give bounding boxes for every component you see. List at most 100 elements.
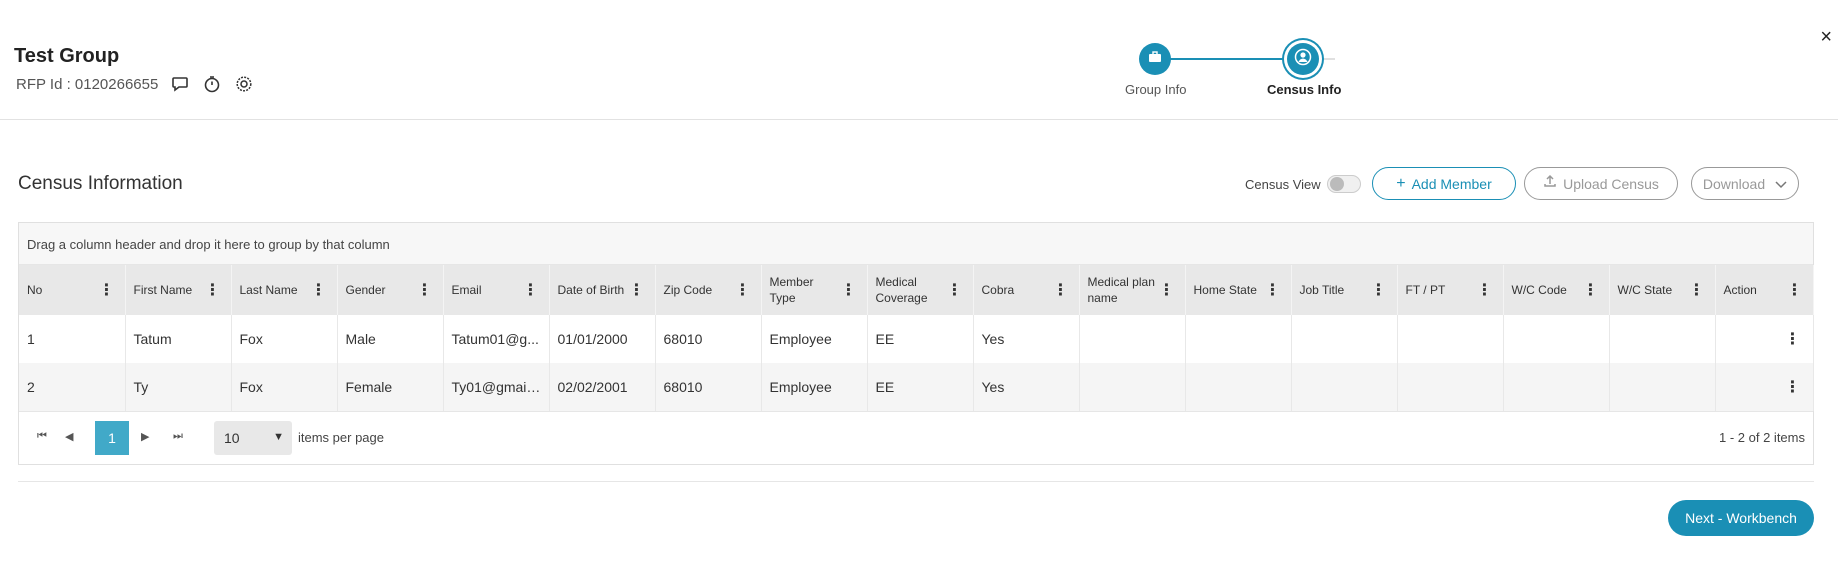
timer-icon[interactable] xyxy=(202,74,222,94)
pager-summary: 1 - 2 of 2 items xyxy=(1719,430,1805,445)
column-header[interactable]: Email ⋮ xyxy=(443,265,550,315)
footer-divider xyxy=(18,481,1814,482)
column-header-label: W/C State xyxy=(1617,283,1673,297)
column-header[interactable]: Date of Birth ⋮ xyxy=(549,265,656,315)
table-cell: Male xyxy=(337,315,444,363)
column-menu-icon[interactable]: ⋮ xyxy=(841,280,857,300)
column-menu-icon[interactable]: ⋮ xyxy=(1053,280,1069,300)
column-header[interactable]: Medical plan name ⋮ xyxy=(1079,265,1186,315)
column-menu-icon[interactable]: ⋮ xyxy=(205,280,221,300)
table-cell: Yes xyxy=(973,363,1080,411)
table-cell xyxy=(1291,363,1398,411)
table-row[interactable]: 2 Ty Fox Female Ty01@gmail.... 02/02/2001 6801… xyxy=(19,363,1814,411)
column-header[interactable]: Member Type ⋮ xyxy=(761,265,868,315)
settings-icon[interactable] xyxy=(234,74,254,94)
column-header[interactable]: Medical Coverage ⋮ xyxy=(867,265,974,315)
column-menu-icon[interactable]: ⋮ xyxy=(1159,280,1175,300)
column-menu-icon[interactable]: ⋮ xyxy=(417,280,433,300)
census-view-toggle[interactable] xyxy=(1326,175,1361,193)
page-size-select[interactable]: 10 ▼ xyxy=(214,421,292,455)
table-cell: Tatum01@g... xyxy=(443,315,550,363)
table-cell: EE xyxy=(867,315,974,363)
table-cell xyxy=(1397,315,1504,363)
add-member-label: Add Member xyxy=(1411,175,1492,192)
group-drop-panel[interactable]: Drag a column header and drop it here to… xyxy=(19,223,1813,265)
column-menu-icon[interactable]: ⋮ xyxy=(1787,280,1803,300)
column-menu-icon[interactable]: ⋮ xyxy=(523,280,539,300)
column-header-label: Email xyxy=(451,283,482,297)
column-header-label: Job Title xyxy=(1299,283,1345,297)
column-menu-icon[interactable]: ⋮ xyxy=(1477,280,1493,300)
toggle-knob xyxy=(1329,177,1344,191)
column-header[interactable]: Job Title ⋮ xyxy=(1291,265,1398,315)
column-header[interactable]: FT / PT ⋮ xyxy=(1397,265,1504,315)
table-cell: Ty xyxy=(125,363,232,411)
column-header[interactable]: Home State ⋮ xyxy=(1185,265,1292,315)
table-body: 1 Tatum Fox Male Tatum01@g... 01/01/2000 68010… xyxy=(19,315,1814,411)
table-cell: Yes xyxy=(973,315,1080,363)
column-header[interactable]: Gender ⋮ xyxy=(337,265,444,315)
add-member-button[interactable]: + Add Member xyxy=(1372,167,1516,200)
current-page-button[interactable]: 1 xyxy=(95,421,129,455)
column-menu-icon[interactable]: ⋮ xyxy=(629,280,645,300)
column-header[interactable]: W/C State ⋮ xyxy=(1609,265,1716,315)
column-header-label: Date of Birth xyxy=(557,283,625,297)
upload-census-button[interactable]: Upload Census xyxy=(1524,167,1678,200)
table-cell xyxy=(1503,363,1610,411)
column-menu-icon[interactable]: ⋮ xyxy=(99,280,115,300)
column-menu-icon[interactable]: ⋮ xyxy=(1371,280,1387,300)
next-workbench-button[interactable]: Next - Workbench xyxy=(1668,500,1814,536)
table-cell: Fox xyxy=(231,315,338,363)
column-menu-icon[interactable]: ⋮ xyxy=(735,280,751,300)
column-menu-icon[interactable]: ⋮ xyxy=(311,280,327,300)
census-table: No ⋮ First Name ⋮ Last Name ⋮ Gender ⋮ Email ⋮ Dat… xyxy=(19,265,1814,411)
upload-icon xyxy=(1543,174,1557,193)
column-menu-icon[interactable]: ⋮ xyxy=(1689,280,1705,300)
table-cell: 68010 xyxy=(655,315,762,363)
table-cell xyxy=(1291,315,1398,363)
download-dropdown[interactable]: Download xyxy=(1691,167,1799,200)
rfp-id-label: RFP Id : 0120266655 xyxy=(16,75,159,93)
column-menu-icon[interactable]: ⋮ xyxy=(1265,280,1281,300)
next-page-icon[interactable]: ▶ xyxy=(141,430,149,443)
census-grid: Drag a column header and drop it here to… xyxy=(18,222,1814,465)
column-menu-icon[interactable]: ⋮ xyxy=(1583,280,1599,300)
section-title: Census Information xyxy=(18,173,183,194)
caret-down-icon: ▼ xyxy=(273,431,284,443)
comment-icon[interactable] xyxy=(170,74,190,94)
column-header[interactable]: Action ⋮ xyxy=(1715,265,1814,315)
column-header[interactable]: Zip Code ⋮ xyxy=(655,265,762,315)
column-header-label: Cobra xyxy=(981,283,1015,297)
column-header[interactable]: W/C Code ⋮ xyxy=(1503,265,1610,315)
column-header-label: Last Name xyxy=(239,283,298,297)
table-cell: 01/01/2000 xyxy=(549,315,656,363)
column-header-label: Medical Coverage xyxy=(875,275,928,305)
column-header[interactable]: Last Name ⋮ xyxy=(231,265,338,315)
column-header[interactable]: No ⋮ xyxy=(19,265,126,315)
table-cell: Ty01@gmail.... xyxy=(443,363,550,411)
step-label-census-info: Census Info xyxy=(1267,82,1342,97)
step-group-info[interactable] xyxy=(1139,43,1171,75)
row-action-menu-icon[interactable]: ⋮ xyxy=(1715,363,1814,411)
table-cell: 02/02/2001 xyxy=(549,363,656,411)
table-cell xyxy=(1079,363,1186,411)
table-cell xyxy=(1397,363,1504,411)
first-page-icon[interactable]: ⏮ xyxy=(37,430,47,443)
table-cell: EE xyxy=(867,363,974,411)
close-icon[interactable]: × xyxy=(1820,26,1832,49)
last-page-icon[interactable]: ⏭ xyxy=(173,430,183,443)
progress-stepper: Group Info Census Info xyxy=(1115,40,1355,100)
group-title: Test Group xyxy=(14,45,120,67)
rfp-row: RFP Id : 0120266655 xyxy=(16,74,254,94)
step-census-info[interactable] xyxy=(1287,43,1319,75)
column-header[interactable]: First Name ⋮ xyxy=(125,265,232,315)
upload-census-label: Upload Census xyxy=(1563,175,1659,192)
column-header[interactable]: Cobra ⋮ xyxy=(973,265,1080,315)
table-cell: 68010 xyxy=(655,363,762,411)
column-header-label: W/C Code xyxy=(1511,283,1567,297)
row-action-menu-icon[interactable]: ⋮ xyxy=(1715,315,1814,363)
column-menu-icon[interactable]: ⋮ xyxy=(947,280,963,300)
prev-page-icon[interactable]: ◀ xyxy=(65,430,73,443)
column-header-label: Member Type xyxy=(769,275,814,305)
table-row[interactable]: 1 Tatum Fox Male Tatum01@g... 01/01/2000 68010… xyxy=(19,315,1814,363)
